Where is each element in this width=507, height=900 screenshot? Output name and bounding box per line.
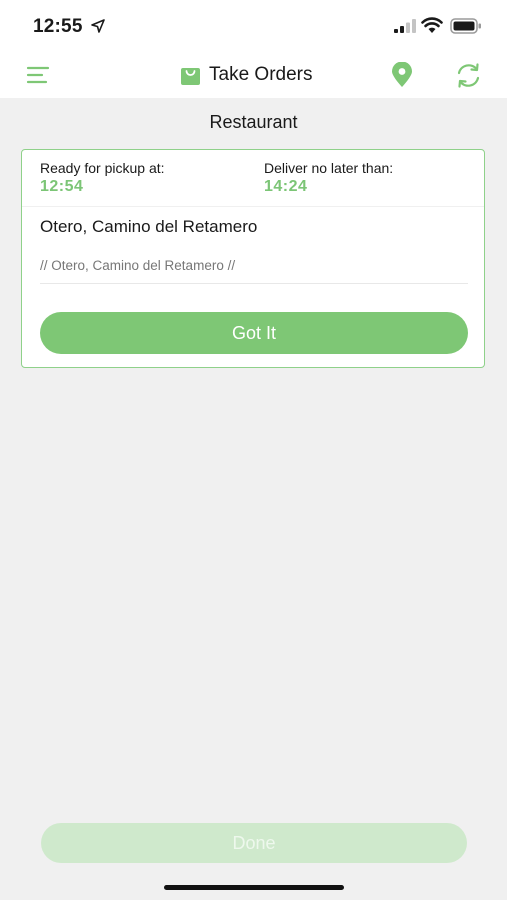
deliver-time-block: Deliver no later than: 14:24 [264, 160, 393, 197]
location-arrow-icon [91, 19, 105, 33]
shopping-bag-icon [181, 67, 200, 85]
order-times: Ready for pickup at: 12:54 Deliver no la… [22, 150, 484, 207]
status-bar: 12:55 [0, 0, 507, 52]
address-note: // Otero, Camino del Retamero // [40, 258, 236, 273]
got-it-button[interactable]: Got It [40, 312, 468, 354]
home-indicator [164, 885, 344, 890]
divider [40, 283, 468, 284]
page-title: Take Orders [209, 64, 313, 85]
order-card: Ready for pickup at: 12:54 Deliver no la… [21, 149, 485, 368]
wifi-icon [421, 17, 443, 33]
pickup-time: 12:54 [40, 178, 84, 195]
battery-icon [450, 18, 481, 34]
pickup-time-block: Ready for pickup at: 12:54 [40, 160, 165, 197]
deliver-time: 14:24 [264, 178, 308, 195]
cellular-signal-icon [394, 19, 416, 33]
nav-bar: Take Orders [0, 52, 507, 98]
map-pin-icon[interactable] [390, 62, 414, 88]
refresh-icon[interactable] [455, 62, 482, 89]
section-title: Restaurant [209, 112, 298, 132]
done-button[interactable]: Done [41, 823, 467, 863]
delivery-address: Otero, Camino del Retamero [40, 217, 258, 236]
hamburger-menu-icon[interactable] [26, 65, 50, 85]
status-time: 12:55 [33, 16, 83, 37]
nav-title: Take Orders [180, 62, 312, 88]
pickup-label: Ready for pickup at: [40, 160, 165, 176]
deliver-label: Deliver no later than: [264, 160, 394, 176]
